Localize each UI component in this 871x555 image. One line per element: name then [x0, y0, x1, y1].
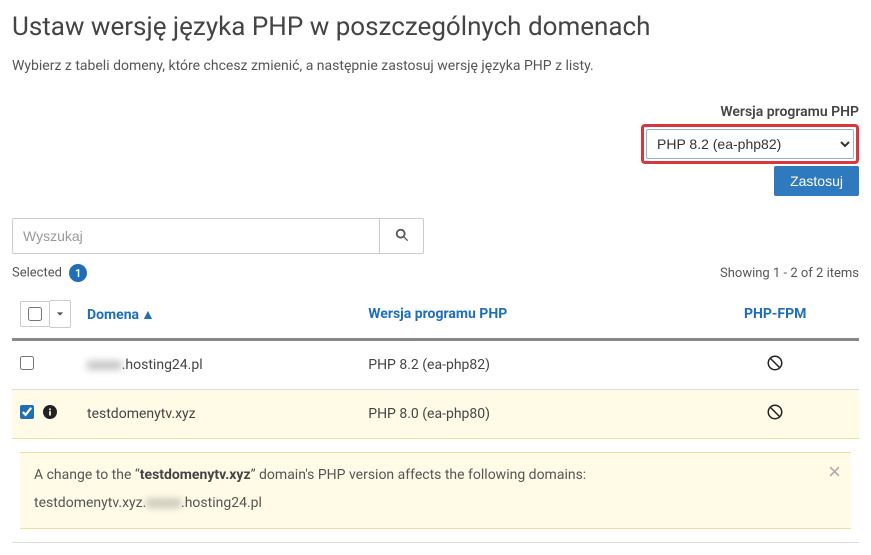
col-php-header[interactable]: Wersja programu PHP [360, 290, 691, 340]
page-title: Ustaw wersję języka PHP w poszczególnych… [12, 12, 859, 42]
showing-label: Showing 1 - 2 of 2 items [720, 266, 859, 281]
search-input[interactable] [12, 218, 380, 254]
domain-text: testdomenytv.xyz [79, 390, 360, 439]
selected-count-badge: 1 [69, 264, 87, 282]
col-domain-header[interactable]: Domena▲ [79, 290, 360, 340]
col-fpm-header[interactable]: PHP-FPM [691, 290, 859, 340]
version-label: Wersja programu PHP [720, 104, 859, 120]
php-version-cell: PHP 8.2 (ea-php82) [360, 340, 691, 390]
table-row: testdomenytv.xyz PHP 8.0 (ea-php80) [12, 390, 859, 439]
select-all-dropdown[interactable] [50, 300, 71, 328]
fpm-disabled-icon [766, 409, 784, 425]
close-icon: × [828, 459, 841, 484]
version-select-highlight: PHP 8.2 (ea-php82) [641, 124, 859, 164]
select-all-checkbox-wrap[interactable] [20, 301, 50, 327]
search-button[interactable] [380, 218, 424, 254]
close-notice-button[interactable]: × [828, 461, 841, 483]
row-checkbox[interactable] [20, 405, 34, 419]
domain-table: Domena▲ Wersja programu PHP PHP-FPM xxxx… [12, 290, 859, 543]
table-row: xxxxx.hosting24.pl PHP 8.2 (ea-php82) [12, 340, 859, 390]
row-checkbox[interactable] [20, 356, 34, 370]
select-all-checkbox[interactable] [28, 307, 42, 321]
info-icon[interactable] [43, 405, 57, 419]
selected-count-label: Selected 1 [12, 264, 87, 282]
search-icon [395, 228, 409, 245]
intro-text: Wybierz z tabeli domeny, które chcesz zm… [12, 58, 859, 74]
affected-domains: testdomenytv.xyz.xxxxx.hosting24.pl [34, 493, 334, 515]
php-version-select[interactable]: PHP 8.2 (ea-php82) [646, 129, 854, 159]
notice-row: × A change to the “testdomenytv.xyz” dom… [12, 439, 859, 543]
domain-text: .hosting24.pl [122, 357, 203, 373]
caret-down-icon [56, 306, 64, 322]
apply-button[interactable]: Zastosuj [774, 166, 859, 196]
change-notice: × A change to the “testdomenytv.xyz” dom… [20, 452, 851, 529]
php-version-cell: PHP 8.0 (ea-php80) [360, 390, 691, 439]
notice-domain: testdomenytv.xyz [140, 467, 251, 483]
domain-blurred-part: xxxxx [87, 357, 122, 373]
fpm-disabled-icon [766, 360, 784, 376]
sort-asc-icon: ▲ [141, 307, 155, 323]
